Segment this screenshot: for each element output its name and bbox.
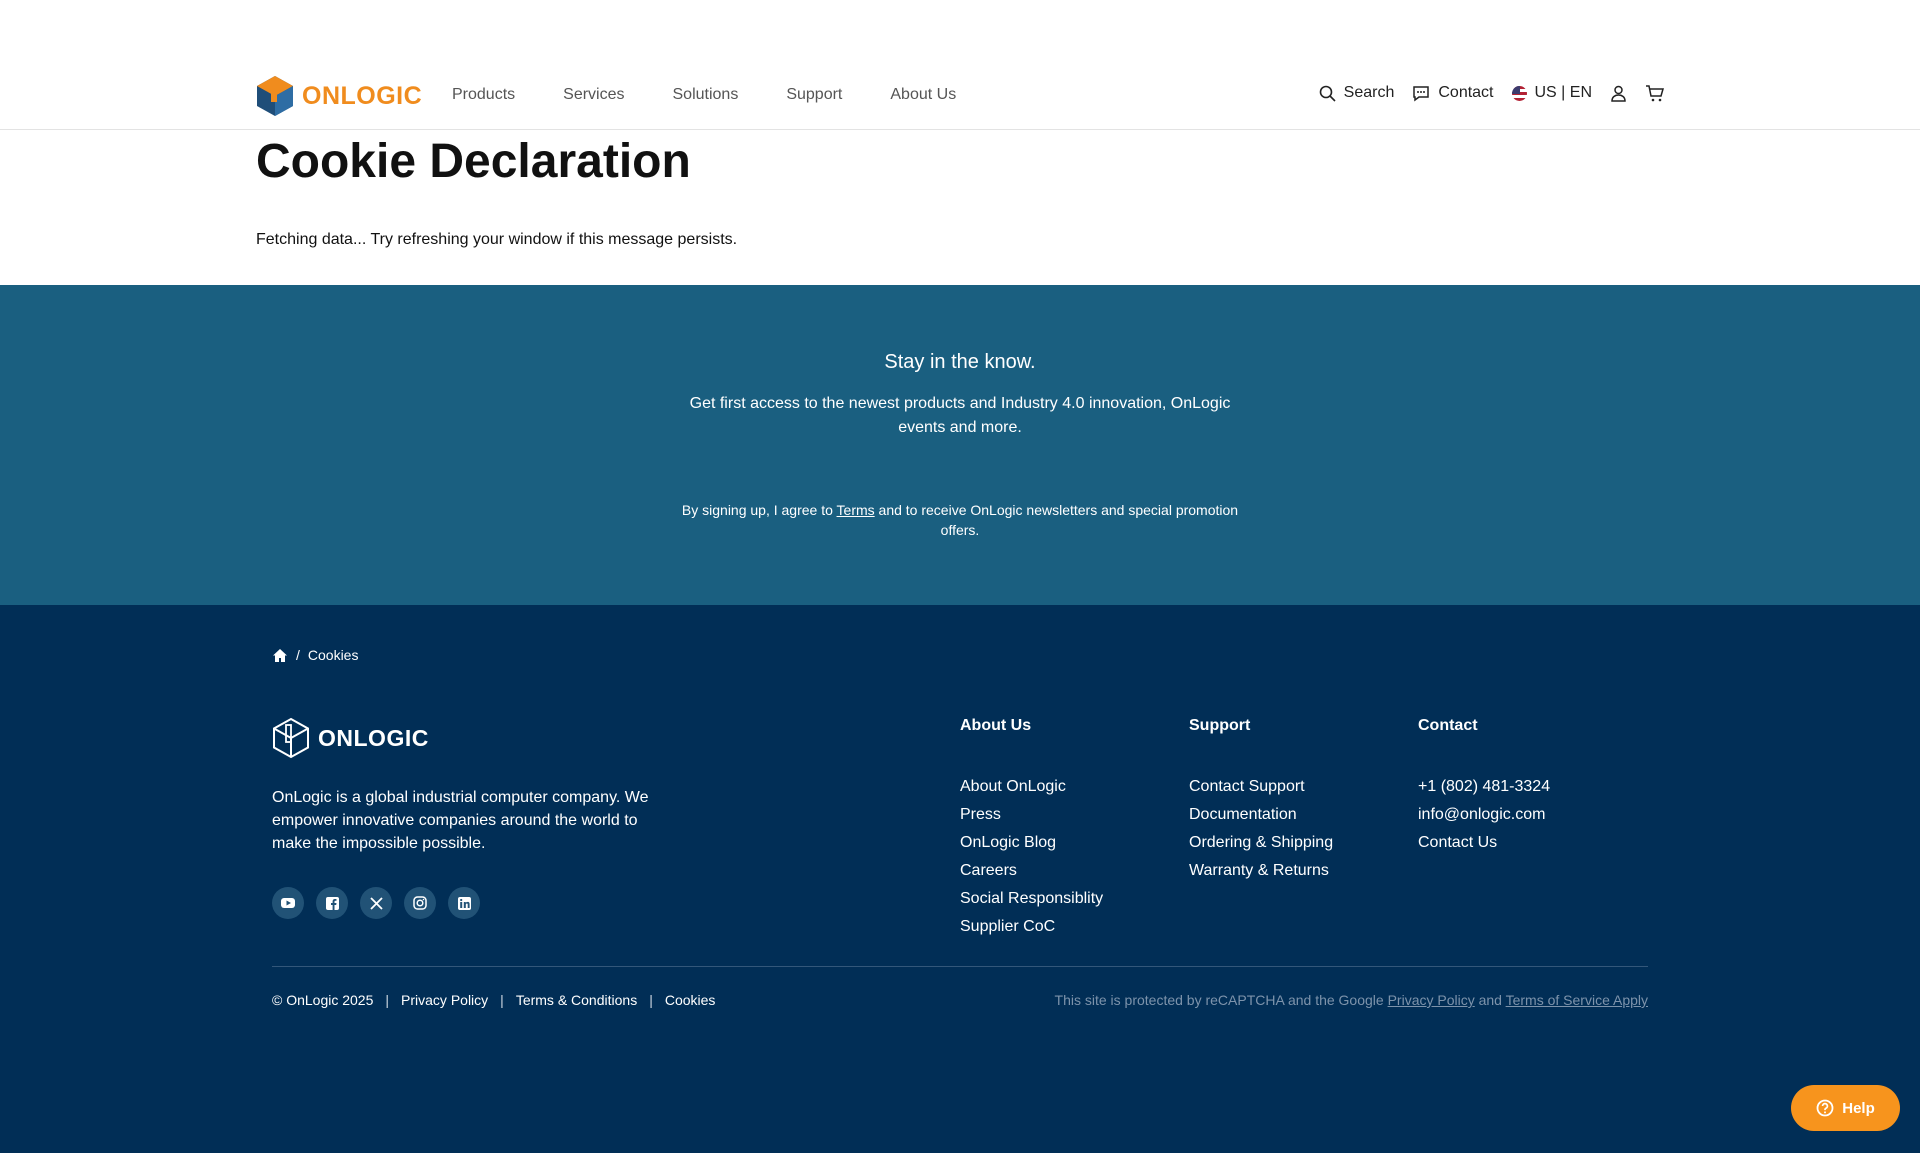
nav-about-us[interactable]: About Us xyxy=(890,86,956,104)
site-header: ONLOGIC Products Services Solutions Supp… xyxy=(0,0,1920,130)
newsletter-terms: By signing up, I agree to Terms and to r… xyxy=(675,500,1245,540)
footer-link[interactable]: info@onlogic.com xyxy=(1418,801,1550,829)
logo-cube-icon xyxy=(257,76,293,116)
help-label: Help xyxy=(1842,1099,1875,1117)
contact-label: Contact xyxy=(1438,84,1494,101)
locale-label: US | EN xyxy=(1534,84,1593,101)
terms-link[interactable]: Terms xyxy=(837,502,875,518)
footer-col-support: Support Contact Support Documentation Or… xyxy=(1189,717,1333,885)
footer-col-title: Support xyxy=(1189,717,1251,734)
footer-col-contact: Contact +1 (802) 481-3324 info@onlogic.c… xyxy=(1418,717,1550,857)
status-message: Fetching data... Try refreshing your win… xyxy=(256,231,738,248)
footer-link[interactable]: Contact Us xyxy=(1418,829,1550,857)
footer-link[interactable]: Documentation xyxy=(1189,801,1333,829)
x-icon xyxy=(369,896,383,910)
google-privacy-link[interactable]: Privacy Policy xyxy=(1388,992,1475,1008)
search-label: Search xyxy=(1343,84,1395,101)
footer-link[interactable]: Warranty & Returns xyxy=(1189,857,1333,885)
breadcrumb-separator: / xyxy=(296,647,300,663)
facebook-button[interactable] xyxy=(316,887,348,919)
newsletter-description: Get first access to the newest products … xyxy=(689,395,1231,436)
breadcrumb-current: Cookies xyxy=(307,647,359,663)
footer-link[interactable]: Contact Support xyxy=(1189,773,1333,801)
us-flag-icon xyxy=(1511,85,1527,101)
main-nav: Products Services Solutions Support Abou… xyxy=(452,86,1004,104)
chat-icon xyxy=(1413,85,1430,101)
nav-solutions[interactable]: Solutions xyxy=(673,86,739,104)
newsletter-section: Stay in the know. Get first access to th… xyxy=(0,285,1920,605)
linkedin-icon xyxy=(457,896,471,910)
x-button[interactable] xyxy=(360,887,392,919)
facebook-icon xyxy=(325,896,339,910)
site-footer: / Cookies ONLOGIC OnLogic is a global in… xyxy=(0,605,1920,1153)
nav-services[interactable]: Services xyxy=(563,86,624,104)
question-icon xyxy=(1816,1099,1834,1117)
footer-link[interactable]: Ordering & Shipping xyxy=(1189,829,1333,857)
legal-separator: | xyxy=(649,992,653,1008)
footer-col-about: About Us About OnLogic Press OnLogic Blo… xyxy=(960,717,1103,941)
nav-products[interactable]: Products xyxy=(452,86,515,104)
footer-logo[interactable]: ONLOGIC xyxy=(272,717,429,759)
instagram-icon xyxy=(413,896,427,910)
legal-bar: © OnLogic 2025 | Privacy Policy | Terms … xyxy=(272,992,715,1008)
footer-link[interactable]: Press xyxy=(960,801,1103,829)
footer-about-text: OnLogic is a global industrial computer … xyxy=(272,789,649,852)
breadcrumb: / Cookies xyxy=(272,647,358,663)
cart-icon xyxy=(1646,84,1664,101)
footer-link[interactable]: About OnLogic xyxy=(960,773,1103,801)
footer-divider xyxy=(272,966,1648,967)
footer-link[interactable]: +1 (802) 481-3324 xyxy=(1418,773,1550,801)
help-button[interactable]: Help xyxy=(1791,1085,1900,1131)
recaptcha-notice: This site is protected by reCAPTCHA and … xyxy=(1055,992,1648,1008)
logo-cube-icon xyxy=(273,717,309,759)
legal-separator: | xyxy=(385,992,390,1008)
footer-link[interactable]: Supplier CoC xyxy=(960,913,1103,941)
linkedin-button[interactable] xyxy=(448,887,480,919)
youtube-icon xyxy=(281,898,295,908)
logo-text: ONLOGIC xyxy=(302,81,423,110)
contact-button[interactable]: Contact xyxy=(1412,84,1494,102)
terms-conditions-link[interactable]: Terms & Conditions xyxy=(516,992,637,1008)
footer-col-title: Contact xyxy=(1418,717,1478,734)
footer-logo-text: ONLOGIC xyxy=(318,724,429,751)
header-utilities: Search Contact US | EN xyxy=(1319,84,1664,102)
privacy-policy-link[interactable]: Privacy Policy xyxy=(401,992,488,1008)
footer-link[interactable]: OnLogic Blog xyxy=(960,829,1103,857)
locale-selector[interactable]: US | EN xyxy=(1511,84,1593,102)
footer-link[interactable]: Careers xyxy=(960,857,1103,885)
newsletter-title: Stay in the know. xyxy=(884,351,1036,373)
home-icon[interactable] xyxy=(272,648,288,663)
site-logo[interactable]: ONLOGIC xyxy=(256,75,422,117)
page-title: Cookie Declaration xyxy=(256,135,691,188)
youtube-button[interactable] xyxy=(272,887,304,919)
search-icon xyxy=(1319,85,1336,102)
instagram-button[interactable] xyxy=(404,887,436,919)
cart-button[interactable] xyxy=(1645,84,1664,102)
copyright: © OnLogic 2025 xyxy=(272,992,374,1008)
legal-separator: | xyxy=(500,992,504,1008)
social-links xyxy=(272,887,480,919)
google-terms-link[interactable]: Terms of Service Apply xyxy=(1506,992,1648,1008)
cookies-link[interactable]: Cookies xyxy=(665,992,716,1008)
nav-support[interactable]: Support xyxy=(786,86,842,104)
account-button[interactable] xyxy=(1610,85,1627,102)
footer-col-title: About Us xyxy=(960,717,1032,734)
recaptcha-prefix: This site is protected by reCAPTCHA and … xyxy=(1054,992,1388,1008)
search-button[interactable]: Search xyxy=(1319,84,1395,102)
terms-suffix: and to receive OnLogic newsletters and s… xyxy=(874,502,1239,538)
terms-prefix: By signing up, I agree to xyxy=(681,502,837,518)
recaptcha-and: and xyxy=(1474,992,1506,1008)
footer-link[interactable]: Social Responsiblity xyxy=(960,885,1103,913)
user-icon xyxy=(1611,85,1626,102)
